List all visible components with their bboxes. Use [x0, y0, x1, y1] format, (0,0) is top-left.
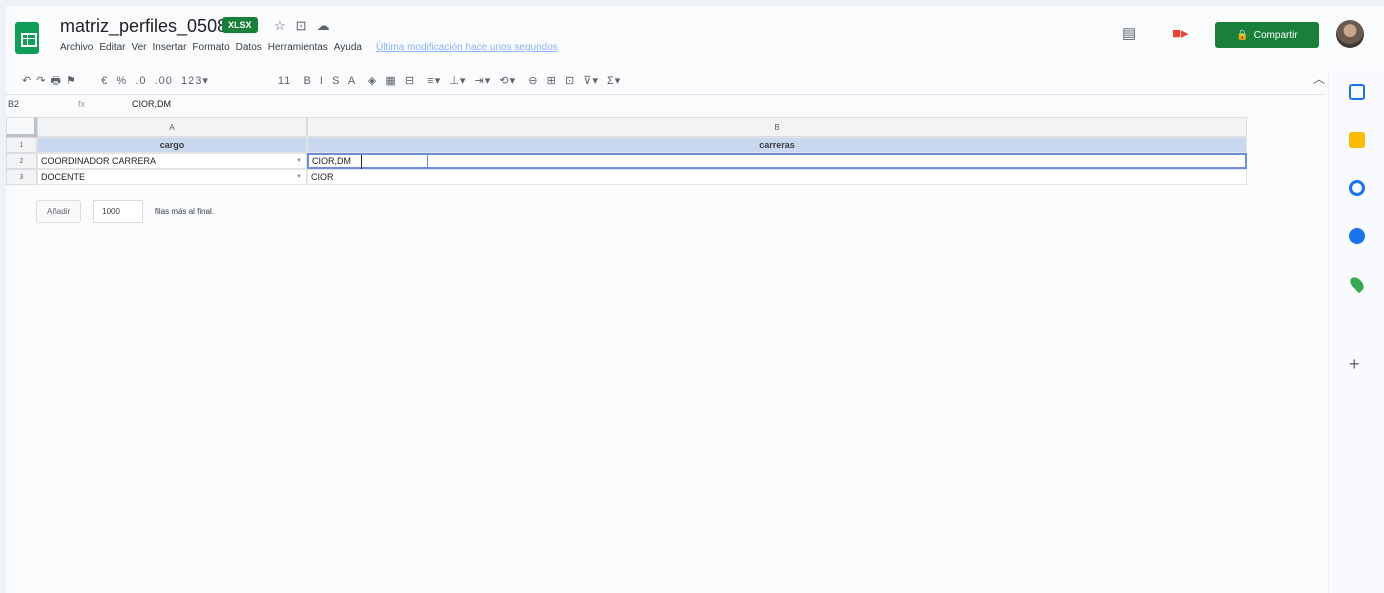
font-size[interactable]: 11 — [278, 75, 291, 87]
menu-formato[interactable]: Formato — [192, 42, 229, 53]
formula-bar: B2 fx CIOR,DM — [6, 94, 1324, 116]
cloud-status-icon[interactable]: ☁ — [317, 18, 340, 33]
cell-a2[interactable]: COORDINADOR CARRERA ▼ — [37, 153, 307, 169]
text-cursor — [361, 155, 362, 169]
menu-archivo[interactable]: Archivo — [60, 42, 93, 53]
share-label: Compartir — [1253, 29, 1298, 41]
cell-b2-text: CIOR,DM — [312, 156, 351, 166]
cell-a2-text: COORDINADOR CARRERA — [41, 156, 157, 166]
menu-insertar[interactable]: Insertar — [153, 42, 187, 53]
menu-ayuda[interactable]: Ayuda — [334, 42, 362, 53]
add-addon-icon[interactable]: + — [1349, 354, 1360, 375]
title-actions: ☆⊡☁ — [274, 18, 340, 34]
fx-icon: fx — [78, 99, 86, 109]
meet-icon[interactable]: ■▸ — [1172, 24, 1189, 42]
keep-icon[interactable] — [1349, 132, 1365, 148]
cell-a3-text: DOCENTE — [41, 172, 86, 182]
add-rows-suffix: filas más al final. — [154, 207, 215, 216]
side-panel: + — [1328, 70, 1384, 593]
name-box[interactable]: B2 — [8, 99, 19, 109]
add-rows-button[interactable]: Añadir — [36, 200, 82, 223]
file-format-badge: XLSX — [222, 17, 258, 33]
comments-icon[interactable]: ▤ — [1122, 24, 1136, 42]
text-format-icons[interactable]: B I S A ◈ ▦ ⊟ ≡▾ ⊥▾ ⇥▾ ⟲▾ ⊖ ⊞ ⊡ ⊽▾ Σ▾ — [303, 75, 621, 87]
tasks-icon[interactable] — [1349, 180, 1365, 196]
cell-a1[interactable]: cargo — [37, 137, 307, 153]
row-header-1[interactable]: 1 — [6, 137, 37, 153]
document-title[interactable]: matriz_perfiles_0508 — [60, 16, 227, 37]
maps-icon[interactable] — [1347, 274, 1367, 294]
menu-editar[interactable]: Editar — [99, 42, 125, 53]
menu-datos[interactable]: Datos — [236, 42, 262, 53]
select-all-corner[interactable] — [6, 117, 37, 137]
sheets-logo-icon[interactable] — [15, 22, 39, 54]
calendar-icon[interactable] — [1349, 84, 1365, 100]
collapse-toolbar-icon[interactable]: ︿ — [1313, 70, 1325, 87]
formula-input[interactable]: CIOR,DM — [132, 99, 171, 109]
cell-a3[interactable]: DOCENTE ▼ — [37, 169, 307, 185]
lock-icon: 🔒 — [1236, 29, 1249, 41]
toolbar: ↶ ↷ 🖶 ⚑ € % .0 .00 123▾ 11 B I S A ◈ ▦ ⊟… — [22, 72, 621, 91]
undo-redo-print-icons[interactable]: ↶ ↷ 🖶 ⚑ — [22, 75, 77, 87]
avatar[interactable] — [1336, 20, 1364, 48]
column-header-a[interactable]: A — [37, 117, 307, 137]
add-rows-count-input[interactable]: 1000 — [93, 200, 143, 223]
menu-herramientas[interactable]: Herramientas — [268, 42, 328, 53]
row-header-2[interactable]: 2 — [6, 153, 37, 169]
cell-b2-editing[interactable]: CIOR,DM — [307, 153, 1247, 171]
column-header-b[interactable]: B — [307, 117, 1247, 137]
spreadsheet-app: matriz_perfiles_0508 XLSX ☆⊡☁ Archivo Ed… — [6, 6, 1384, 593]
contacts-icon[interactable] — [1349, 228, 1365, 244]
add-rows-bar: Añadir 1000 filas más al final. — [36, 200, 214, 223]
menu-bar: Archivo Editar Ver Insertar Formato Dato… — [60, 42, 558, 53]
row-header-3[interactable]: 3 — [6, 169, 37, 185]
folder-move-icon[interactable]: ⊡ — [296, 18, 317, 33]
menu-ver[interactable]: Ver — [131, 42, 146, 53]
cell-b3[interactable]: CIOR — [307, 169, 1247, 185]
number-format-icons[interactable]: € % .0 .00 123▾ — [101, 75, 209, 87]
dropdown-arrow-icon[interactable]: ▼ — [296, 158, 302, 164]
cell-b1[interactable]: carreras — [307, 137, 1247, 153]
share-button[interactable]: 🔒 Compartir — [1215, 22, 1319, 48]
star-icon[interactable]: ☆ — [274, 18, 296, 33]
last-edit-link[interactable]: Última modificación hace unos segundos — [376, 42, 558, 53]
dropdown-arrow-icon[interactable]: ▼ — [296, 174, 302, 180]
